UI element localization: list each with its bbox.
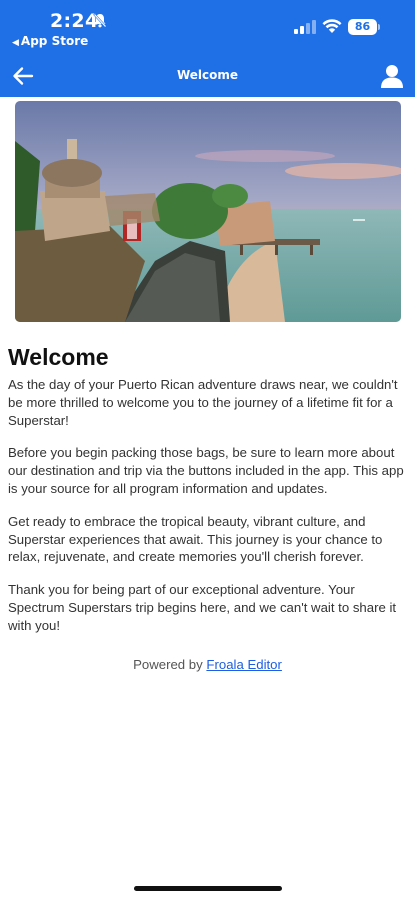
powered-by: Powered by Froala Editor: [0, 657, 415, 672]
page-title: Welcome: [176, 68, 239, 82]
bell-slash-icon: [93, 13, 107, 28]
paragraph-thanks: Thank you for being part of our exceptio…: [8, 582, 397, 633]
back-to-app-store[interactable]: ◀ App Store: [12, 34, 88, 48]
paragraph-packing: Before you begin packing those bags, be …: [8, 445, 404, 496]
status-time: 2:24: [50, 10, 99, 32]
powered-by-label: Powered by: [133, 657, 203, 672]
froala-editor-link[interactable]: Froala Editor: [206, 657, 282, 672]
content-heading: Welcome: [8, 344, 109, 370]
battery-nub: [378, 24, 380, 30]
hero-image: [15, 101, 401, 322]
welcome-content: Welcome As the day of your Puerto Rican …: [8, 342, 408, 650]
back-triangle-icon: ◀: [12, 38, 19, 48]
home-indicator[interactable]: [134, 886, 282, 891]
paragraph-intro: As the day of your Puerto Rican adventur…: [8, 377, 398, 428]
paragraph-tropical: Get ready to embrace the tropical beauty…: [8, 513, 383, 565]
wifi-icon: [322, 19, 342, 33]
back-app-label: App Store: [20, 34, 89, 48]
battery-indicator: 86: [348, 19, 377, 35]
user-icon[interactable]: [381, 64, 403, 88]
cellular-signal-icon: [294, 20, 316, 34]
app-header: 2:24 ◀ App Store 86 Welcome: [0, 0, 415, 97]
